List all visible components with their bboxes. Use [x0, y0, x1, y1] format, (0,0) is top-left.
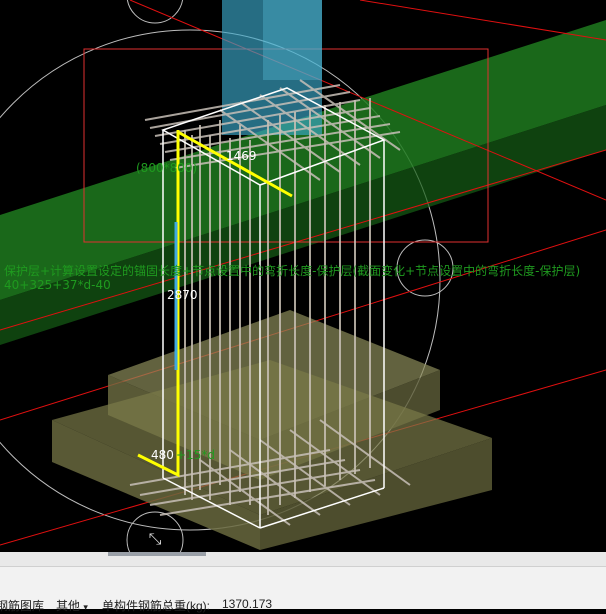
unit-weight-value: 1370.173 — [222, 597, 273, 611]
chevron-down-icon: ▾ — [83, 602, 88, 612]
top-bar-length-label: 1469 — [226, 149, 257, 163]
column-above-highlight — [263, 0, 322, 80]
rebar-category-label: 钢筋图库 — [0, 599, 45, 613]
column-bar-length-label: 2870 — [167, 288, 198, 302]
formula-description: 保护层+计算设置设定的锚固长度+节点设置中的弯折长度-保护层(截面变化+节点设置… — [4, 264, 581, 278]
unit-weight-label: 单构件钢筋总重(kg): — [102, 599, 211, 613]
top-bar-section-label: (800*800) — [136, 161, 198, 175]
bottom-bar-formula-label: +15*d — [176, 448, 215, 462]
status-bar: 钢筋图库 其他 ▾ 单构件钢筋总重(kg): 1370.173 — [0, 566, 606, 613]
red-guide-5 — [359, 0, 606, 41]
resize-arrows-icon[interactable]: ⤡ — [140, 526, 170, 552]
orbit-handle-top[interactable] — [126, 0, 184, 24]
horizontal-scrollbar-thumb[interactable] — [108, 552, 206, 556]
rebar-category-value: 其他 — [56, 599, 81, 613]
formula-values: 40+325+37*d-40 — [4, 278, 111, 292]
bottom-bar-length-label: 480 — [151, 448, 174, 462]
3d-viewport[interactable]: (800*800) 1469 保护层+计算设置设定的锚固长度+节点设置中的弯折长… — [0, 0, 606, 552]
rebar-category-select[interactable]: 其他 ▾ — [56, 597, 88, 614]
horizontal-scrollbar[interactable] — [0, 552, 606, 566]
